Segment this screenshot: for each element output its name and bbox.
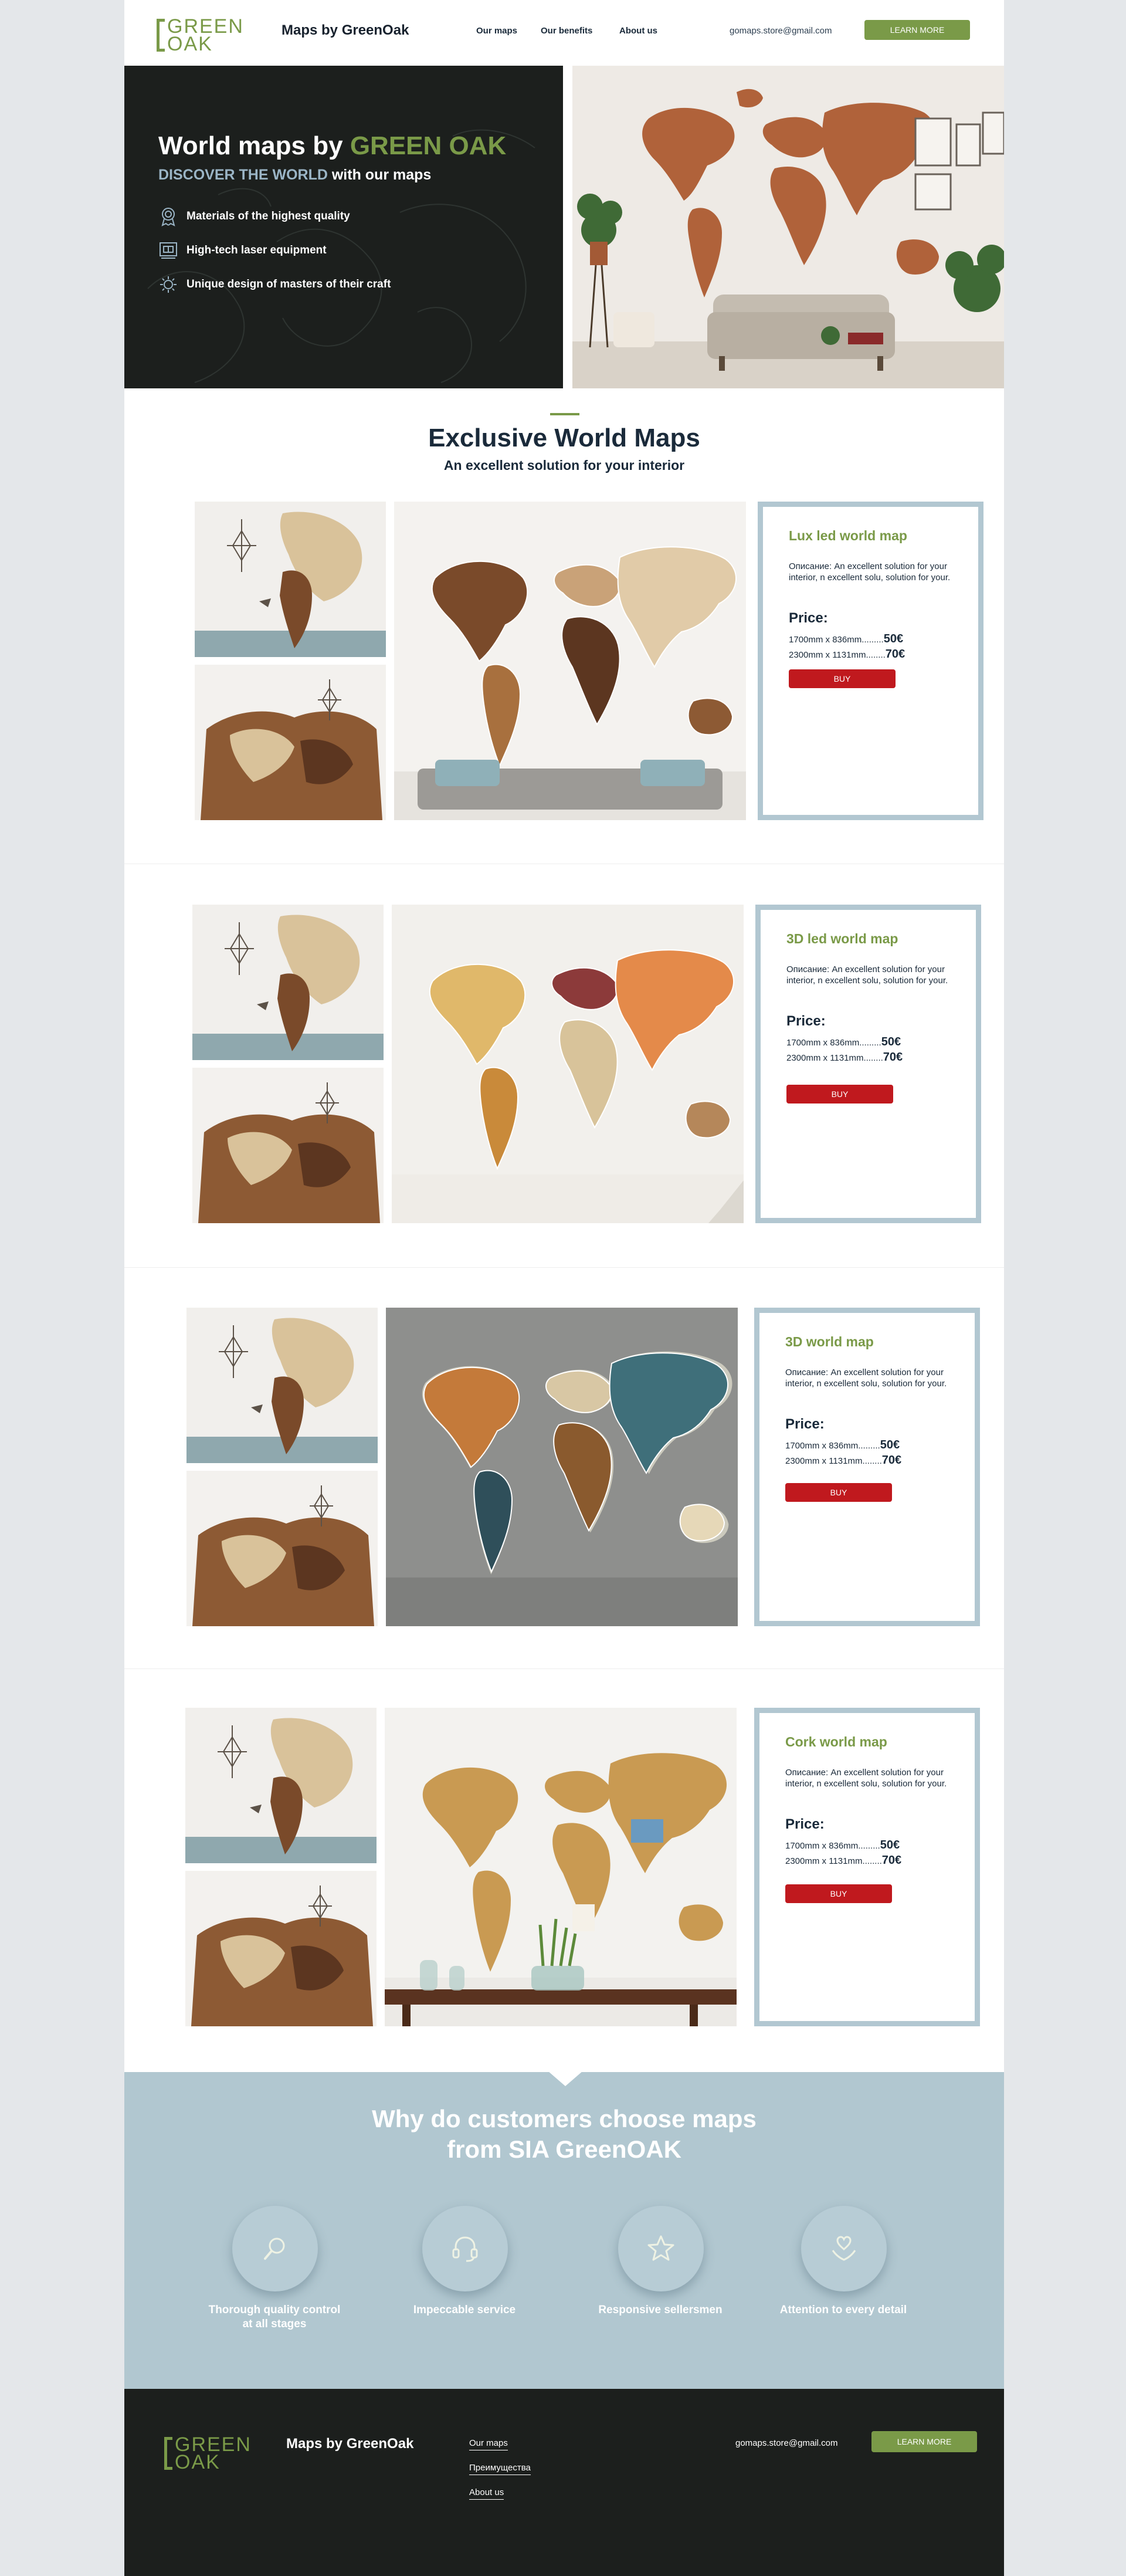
footer-brand-name: Maps by GreenOak: [286, 2436, 414, 2452]
footer-link-about-us[interactable]: About us: [469, 2487, 504, 2500]
footer: GREEN OAK Maps by GreenOak Our maps Преи…: [124, 2389, 1004, 2576]
product-description: Описание: An excellent solution for your…: [786, 964, 948, 986]
product-3-thumb-bottom[interactable]: [186, 1471, 378, 1626]
price-row: 2300mm x 1131mm........70€: [786, 1051, 903, 1064]
laser-machine-icon: [160, 242, 177, 259]
footer-link-our-maps[interactable]: Our maps: [469, 2438, 508, 2450]
price-label: Price:: [786, 1013, 826, 1029]
footer-email[interactable]: gomaps.store@gmail.com: [735, 2438, 837, 2448]
nav-our-maps[interactable]: Our maps: [476, 26, 517, 36]
product-4-main-image[interactable]: [385, 1708, 737, 2026]
feature-laser-text: High-tech laser equipment: [186, 244, 327, 256]
footer-link-benefits[interactable]: Преимущества: [469, 2463, 531, 2475]
hero-title: World maps by GREEN OAK: [158, 131, 507, 160]
product-1-thumb-top[interactable]: [195, 502, 386, 657]
buy-button[interactable]: BUY: [786, 1085, 893, 1103]
product-card: Lux led world map Описание: An excellent…: [758, 502, 983, 820]
logo-bracket: [157, 19, 165, 52]
product-title: Lux led world map: [789, 528, 907, 543]
product-description: Описание: An excellent solution for your…: [785, 1768, 947, 1789]
product-1-thumb-bottom[interactable]: [195, 665, 386, 820]
price-row: 2300mm x 1131mm........70€: [785, 1854, 902, 1867]
hero-subtitle: DISCOVER THE WORLD with our maps: [158, 167, 432, 183]
magnifier-icon: [264, 2238, 285, 2260]
header: GREEN OAK Maps by GreenOak Our maps Our …: [124, 0, 1004, 65]
product-2-thumb-top[interactable]: [192, 905, 384, 1060]
buy-button[interactable]: BUY: [789, 669, 896, 688]
why-label-detail: Attention to every detail: [779, 2304, 907, 2316]
price-label: Price:: [785, 1416, 825, 1432]
divider: [124, 1668, 1004, 1669]
section-accent-line: [550, 413, 579, 415]
star-icon: [647, 2235, 674, 2261]
why-notch: [548, 2071, 583, 2086]
why-circle-quality: [232, 2206, 318, 2291]
products-section-subtitle: An excellent solution for your interior: [443, 458, 685, 473]
product-title: 3D world map: [785, 1334, 874, 1349]
page: GREEN OAK Maps by GreenOak Our maps Our …: [124, 0, 1004, 2576]
price-row: 1700mm x 836mm.........50€: [785, 1438, 900, 1451]
product-2-thumb-bottom[interactable]: [192, 1068, 384, 1223]
design-icon: [160, 276, 177, 293]
price-row: 2300mm x 1131mm........70€: [785, 1454, 902, 1467]
why-label-sellers: Responsive sellersmen: [598, 2304, 723, 2316]
product-4-thumb-top[interactable]: [185, 1708, 377, 1863]
price-label: Price:: [789, 610, 828, 626]
product-description: Описание: An excellent solution for your…: [789, 561, 951, 583]
products-section-title: Exclusive World Maps: [428, 424, 700, 452]
footer-logo[interactable]: GREEN OAK: [164, 2433, 270, 2473]
price-row: 1700mm x 836mm.........50€: [785, 1839, 900, 1851]
product-card: Cork world map Описание: An excellent so…: [754, 1708, 980, 2026]
logo-bracket: [164, 2437, 172, 2470]
hero-photo: [572, 66, 1004, 388]
product-2-main-image[interactable]: [392, 905, 744, 1223]
footer-learn-more-button[interactable]: LEARN MORE: [871, 2431, 977, 2452]
logo-line2: OAK: [175, 2451, 221, 2473]
product-title: Cork world map: [785, 1734, 887, 1749]
why-label-quality: Thorough quality control at all stages: [208, 2304, 341, 2330]
product-4-thumb-bottom[interactable]: [185, 1871, 377, 2026]
why-circle-detail: [801, 2206, 887, 2291]
learn-more-button[interactable]: LEARN MORE: [864, 20, 970, 40]
hero-world-outline: [147, 129, 535, 383]
buy-button[interactable]: BUY: [785, 1884, 892, 1903]
hero-panel: World maps by GREEN OAK DISCOVER THE WOR…: [124, 66, 563, 388]
price-row: 1700mm x 836mm.........50€: [789, 632, 904, 645]
product-3-main-image[interactable]: [386, 1308, 738, 1626]
price-label: Price:: [785, 1816, 825, 1832]
divider: [124, 1267, 1004, 1268]
why-circle-service: [422, 2206, 508, 2291]
hero-photo-illustration: [572, 66, 1004, 388]
nav-about-us[interactable]: About us: [619, 26, 657, 36]
product-description: Описание: An excellent solution for your…: [785, 1367, 947, 1389]
price-row: 2300mm x 1131mm........70€: [789, 648, 905, 661]
why-circle-sellers: [618, 2206, 704, 2291]
product-title: 3D led world map: [786, 931, 898, 946]
headset-icon: [452, 2236, 478, 2262]
award-icon: [161, 208, 175, 226]
why-label-service: Impeccable service: [413, 2304, 516, 2316]
product-3-thumb-top[interactable]: [186, 1308, 378, 1463]
price-row: 1700mm x 836mm.........50€: [786, 1035, 901, 1048]
feature-design-text: Unique design of masters of their craft: [186, 278, 391, 290]
feature-quality-text: Materials of the highest quality: [186, 210, 350, 222]
nav-our-benefits[interactable]: Our benefits: [541, 26, 592, 36]
header-email[interactable]: gomaps.store@gmail.com: [730, 26, 832, 36]
why-title: Why do customers choose maps from SIA Gre…: [372, 2105, 757, 2163]
product-card: 3D led world map Описание: An excellent …: [755, 905, 981, 1223]
logo[interactable]: GREEN OAK: [157, 15, 262, 55]
product-1-main-image[interactable]: [394, 502, 746, 820]
buy-button[interactable]: BUY: [785, 1483, 892, 1502]
logo-line2: OAK: [167, 33, 213, 55]
brand-name: Maps by GreenOak: [282, 22, 409, 38]
product-card: 3D world map Описание: An excellent solu…: [754, 1308, 980, 1626]
heart-hands-icon: [832, 2236, 856, 2261]
